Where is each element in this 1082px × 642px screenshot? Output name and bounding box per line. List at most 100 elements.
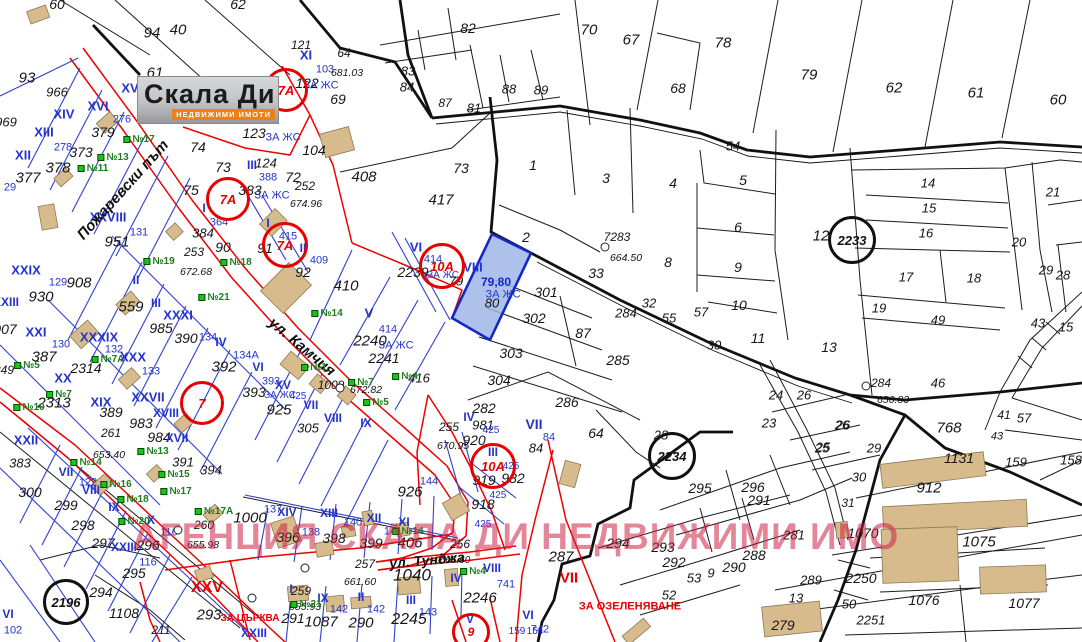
parcel-number-label: 299 — [54, 498, 77, 512]
parcel-number-label: 31 — [841, 497, 854, 509]
parcel-number-label: 15 — [922, 202, 936, 215]
parcel-number-label: 389 — [99, 405, 122, 419]
parcel-number-label: 55 — [662, 312, 676, 325]
parcel-number-label: 11 — [751, 331, 766, 345]
parcel-number-label: 13 — [821, 340, 837, 354]
survey-point-icon — [248, 594, 257, 603]
parcel-number-label: 290 — [348, 616, 373, 631]
parcel-number-label: 93 — [19, 71, 36, 86]
parcel-number-label: 300 — [18, 485, 41, 499]
house-number-label: №14 — [70, 458, 101, 468]
region-number-marker: 2233 — [828, 216, 876, 264]
parcel-number-label: 43 — [1031, 317, 1045, 330]
lot-roman-label: XIV — [54, 108, 75, 121]
parcel-number-label: 84 — [529, 442, 543, 455]
survey-point-icon — [862, 382, 871, 391]
parcel-number-label: 69 — [330, 92, 346, 106]
house-number-label: №5 — [363, 398, 389, 408]
parcel-number-label: 392 — [211, 360, 236, 375]
lot-roman-label: XXI — [26, 326, 47, 339]
parcel-number-label: 410 — [333, 279, 358, 294]
elevation-label: 664.50 — [610, 253, 642, 264]
lot-roman-label: II — [133, 274, 140, 286]
parcel-number-label: 123 — [242, 126, 265, 140]
cadastral-number-label: 102 — [4, 626, 22, 637]
parcel-number-label: 305 — [297, 422, 319, 435]
cadastral-number-label: 159 — [509, 627, 526, 637]
parcel-number-label: 67 — [623, 33, 640, 48]
lot-roman-label: XVIII — [153, 407, 179, 419]
parcel-number-label: 261 — [101, 427, 121, 439]
parcel-number-label: 15 — [1059, 321, 1073, 334]
parcel-number-label: 46 — [931, 377, 945, 390]
parcel-number-label: 64 — [337, 47, 350, 59]
lot-roman-label: III — [151, 297, 161, 309]
parcel-number-label: 378 — [45, 161, 70, 176]
lot-roman-label: XXIII — [0, 296, 19, 308]
skala-di-logo[interactable]: Скала Ди НЕДВИЖИМИ ИМОТИ — [137, 76, 279, 124]
parcel-number-label: 90 — [215, 240, 231, 254]
parcel-number-label: 249 — [0, 364, 14, 376]
parcel-number-label: 25 — [815, 442, 829, 455]
logo-subtitle: НЕДВИЖИМИ ИМОТИ — [172, 109, 275, 120]
parcel-number-label: 2 — [522, 230, 530, 244]
parcel-number-label: 30 — [707, 339, 721, 352]
cadastral-number-label: 130 — [52, 340, 70, 351]
lot-roman-label: XVII — [166, 432, 189, 444]
cadastral-number-label: 143 — [419, 608, 437, 619]
cadastral-number-label: 425 — [490, 491, 507, 501]
parcel-number-label: 301 — [534, 285, 557, 299]
lot-roman-label: XXXIX — [80, 331, 118, 344]
logo-title: Скала Ди — [144, 79, 276, 110]
parcel-number-label: 1076 — [908, 593, 939, 607]
parcel-number-label: 79 — [801, 68, 818, 83]
parcel-number-label: 373 — [69, 145, 92, 159]
parcel-number-label: 49 — [931, 314, 945, 327]
parcel-number-label: 52 — [662, 589, 676, 602]
parcel-number-label: 302 — [522, 311, 545, 325]
parcel-number-label: 390 — [174, 331, 197, 345]
lot-roman-label: XXVII — [131, 391, 164, 404]
house-number-label: №5 — [14, 361, 40, 371]
cadastral-number-label: 278 — [54, 143, 72, 154]
lot-roman-label: VIII — [463, 261, 483, 274]
parcel-number-label: 12 — [813, 229, 830, 244]
block-number-marker: 7 — [180, 381, 224, 425]
house-number-label: №13 — [97, 153, 128, 163]
lot-roman-label: VII — [304, 399, 319, 411]
house-number-label: №17 — [160, 487, 191, 497]
house-number-label: №1 — [301, 363, 327, 373]
parcel-number-label: 26 — [835, 419, 849, 432]
parcel-number-label: 87 — [575, 326, 591, 340]
parcel-number-label: 290 — [722, 560, 745, 574]
parcel-number-label: 2241 — [368, 351, 399, 365]
parcel-number-label: 255 — [439, 421, 459, 433]
cadastral-number-label: 409 — [310, 256, 328, 267]
parcel-number-label: 20 — [1012, 236, 1026, 249]
parcel-number-label: 53 — [687, 572, 701, 585]
parcel-number-label: 925 — [266, 403, 291, 418]
block-number-marker: 9 — [452, 613, 490, 642]
region-number-marker: 2196 — [43, 579, 89, 625]
parcel-number-label: 87 — [438, 97, 451, 109]
parcel-number-label: 60 — [1050, 93, 1067, 108]
parcel-number-label: 286 — [555, 395, 578, 409]
parcel-number-label: 282 — [472, 401, 495, 415]
parcel-number-label: 394 — [200, 464, 222, 477]
lot-roman-label: IV — [215, 336, 226, 348]
cadastral-map-canvas[interactable]: 94409361966969121XI64103681.03ЗА ЖС12269… — [0, 0, 1082, 642]
parcel-number-label: 9 — [734, 260, 742, 274]
parcel-number-label: 14 — [921, 177, 935, 190]
parcel-number-label: 158 — [1060, 454, 1082, 467]
zoning-label: VII — [560, 571, 578, 586]
cadastral-number-label: 388 — [259, 173, 277, 184]
parcel-number-label: 62 — [230, 0, 246, 11]
zoning-label: ЗА ЦЪРКВА — [221, 614, 280, 624]
parcel-number-label: 82 — [460, 21, 476, 35]
lot-roman-label: XIII — [34, 126, 54, 139]
parcel-number-label: 253 — [184, 246, 204, 258]
elevation-label: 672.82 — [350, 385, 382, 396]
region-number-marker: 2234 — [648, 432, 696, 480]
parcel-number-label: 24 — [769, 389, 783, 402]
house-number-label: №4 — [460, 567, 486, 577]
